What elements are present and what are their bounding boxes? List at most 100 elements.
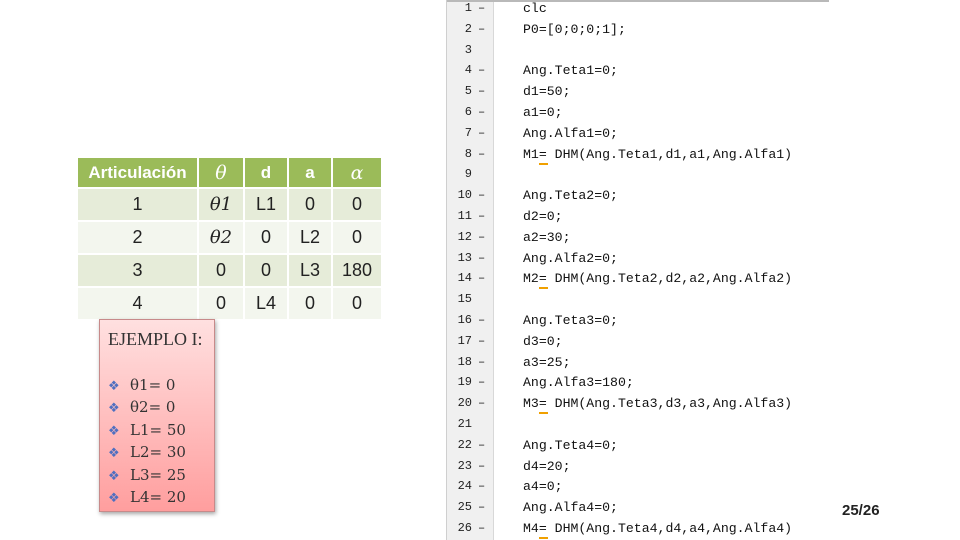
breakpoint-dash-icon[interactable]: – xyxy=(478,438,485,452)
table-cell: θ1 xyxy=(199,189,243,220)
code-line[interactable]: 15 xyxy=(447,291,829,312)
code-line[interactable]: 2– P0=[0;0;0;1]; xyxy=(447,21,829,42)
code-text: Ang.Alfa1=0; xyxy=(523,125,618,141)
code-line[interactable]: 10– Ang.Teta2=0; xyxy=(447,187,829,208)
breakpoint-dash-icon[interactable]: – xyxy=(478,1,485,15)
line-number: 19 xyxy=(457,375,472,390)
code-line[interactable]: 3 xyxy=(447,42,829,63)
code-line[interactable]: 7– Ang.Alfa1=0; xyxy=(447,125,829,146)
code-text: M3= DHM(Ang.Teta3,d3,a3,Ang.Alfa3) xyxy=(523,396,793,412)
code-line[interactable]: 12– a2=30; xyxy=(447,229,829,250)
code-line[interactable]: 20– M3= DHM(Ang.Teta3,d3,a3,Ang.Alfa3) xyxy=(447,395,829,416)
breakpoint-dash-icon[interactable]: – xyxy=(478,375,485,389)
code-line[interactable]: 9 xyxy=(447,166,829,187)
code-line[interactable]: 1– clc xyxy=(447,0,829,21)
breakpoint-dash-icon[interactable]: – xyxy=(478,396,485,410)
line-number: 6 xyxy=(464,105,472,119)
code-line[interactable]: 16– Ang.Teta3=0; xyxy=(447,312,829,333)
code-line[interactable]: 13– Ang.Alfa2=0; xyxy=(447,250,829,271)
list-item: ❖ L1= 50 xyxy=(108,419,186,441)
dh-parameter-table: Articulación θ d a α 1 θ1 L1 0 0 2 θ2 0 … xyxy=(76,156,383,321)
breakpoint-dash-icon[interactable]: – xyxy=(478,188,485,202)
breakpoint-dash-icon[interactable]: – xyxy=(478,126,485,140)
header-articulacion: Articulación xyxy=(78,158,197,187)
code-line[interactable]: 4– Ang.Teta1=0; xyxy=(447,62,829,83)
code-text: Ang.Teta3=0; xyxy=(523,313,618,328)
list-item: ❖ L4= 20 xyxy=(108,486,186,508)
table-cell: 0 xyxy=(245,222,287,253)
code-line[interactable]: 25– Ang.Alfa4=0; xyxy=(447,499,829,520)
line-number: 2 xyxy=(464,21,472,36)
breakpoint-dash-icon[interactable]: – xyxy=(478,355,485,369)
code-text: clc xyxy=(523,1,547,16)
code-line[interactable]: 22– Ang.Teta4=0; xyxy=(447,437,829,458)
example-item-text: L4= 20 xyxy=(130,487,186,506)
example-item-text: L1= 50 xyxy=(130,420,186,439)
code-line[interactable]: 6– a1=0; xyxy=(447,104,829,125)
diamond-bullet-icon: ❖ xyxy=(108,489,120,505)
code-line[interactable]: 24– a4=0; xyxy=(447,478,829,499)
code-line[interactable]: 18– a3=25; xyxy=(447,354,829,375)
line-number: 23 xyxy=(457,458,472,473)
breakpoint-dash-icon[interactable]: – xyxy=(478,500,485,514)
example-list: ❖ θ1= 0 ❖ θ2= 0 ❖ L1= 50 ❖ L2= 30 ❖ L3= 25 ❖ L… xyxy=(108,374,186,508)
line-number: 10 xyxy=(457,188,472,203)
code-line[interactable]: 26– M4= DHM(Ang.Teta4,d4,a4,Ang.Alfa4) xyxy=(447,520,829,540)
breakpoint-dash-icon[interactable]: – xyxy=(478,459,485,473)
table-cell: 180 xyxy=(333,255,381,286)
code-text: a3=25; xyxy=(523,354,571,370)
breakpoint-dash-icon[interactable]: – xyxy=(478,22,485,36)
code-text: d3=0; xyxy=(523,333,563,349)
breakpoint-dash-icon[interactable]: – xyxy=(478,313,485,327)
example-item-text: θ2= 0 xyxy=(130,398,176,417)
code-text: Ang.Teta2=0; xyxy=(523,188,618,204)
line-number: 9 xyxy=(464,167,472,182)
code-editor[interactable]: 1– clc 2– P0=[0;0;0;1]; 3 4– Ang.Teta1=0; 5– d1=… xyxy=(446,0,829,540)
line-number: 8 xyxy=(464,146,472,161)
code-line[interactable]: 21 xyxy=(447,416,829,437)
code-text: a1=0; xyxy=(523,105,563,120)
page-number: 25/26 xyxy=(842,502,880,519)
breakpoint-dash-icon[interactable]: – xyxy=(478,84,485,98)
breakpoint-dash-icon[interactable]: – xyxy=(478,209,485,223)
breakpoint-dash-icon[interactable]: – xyxy=(478,251,485,265)
table-cell: 0 xyxy=(333,222,381,253)
breakpoint-dash-icon[interactable]: – xyxy=(478,147,485,161)
line-number: 24 xyxy=(457,479,472,494)
code-line[interactable]: 5– d1=50; xyxy=(447,83,829,104)
code-line[interactable]: 23– d4=20; xyxy=(447,458,829,479)
breakpoint-dash-icon[interactable]: – xyxy=(478,105,485,119)
header-alpha: α xyxy=(333,158,381,187)
table-cell: 1 xyxy=(78,189,197,220)
line-number: 20 xyxy=(457,396,472,411)
code-line[interactable]: 17– d3=0; xyxy=(447,333,829,354)
line-number: 16 xyxy=(457,313,472,327)
code-line[interactable]: 19– Ang.Alfa3=180; xyxy=(447,374,829,395)
line-number: 12 xyxy=(457,229,472,244)
diamond-bullet-icon: ❖ xyxy=(108,378,120,393)
table-row: 4 0 L4 0 0 xyxy=(78,288,381,319)
breakpoint-dash-icon[interactable]: – xyxy=(478,521,485,535)
example-box: EJEMPLO I: ❖ θ1= 0 ❖ θ2= 0 ❖ L1= 50 ❖ L2= 30… xyxy=(99,319,215,512)
line-number: 1 xyxy=(464,1,472,15)
code-text: a2=30; xyxy=(523,229,571,245)
table-cell: θ2 xyxy=(199,222,243,253)
diamond-bullet-icon: ❖ xyxy=(108,467,120,483)
code-line[interactable]: 8– M1= DHM(Ang.Teta1,d1,a1,Ang.Alfa1) xyxy=(447,146,829,167)
table-cell: 0 xyxy=(199,255,243,286)
breakpoint-dash-icon[interactable]: – xyxy=(478,271,485,285)
code-line[interactable]: 11– d2=0; xyxy=(447,208,829,229)
table-cell: 2 xyxy=(78,222,197,253)
breakpoint-dash-icon[interactable]: – xyxy=(478,479,485,493)
line-number: 7 xyxy=(464,125,472,140)
list-item: ❖ L2= 30 xyxy=(108,441,186,463)
table-cell: 0 xyxy=(289,288,331,319)
line-number: 11 xyxy=(457,209,472,223)
code-text: M1= DHM(Ang.Teta1,d1,a1,Ang.Alfa1) xyxy=(523,146,793,162)
breakpoint-dash-icon[interactable]: – xyxy=(478,334,485,348)
warning-underline xyxy=(538,161,548,165)
breakpoint-dash-icon[interactable]: – xyxy=(478,63,485,77)
code-text: Ang.Alfa3=180; xyxy=(523,375,634,391)
breakpoint-dash-icon[interactable]: – xyxy=(478,230,485,244)
code-line[interactable]: 14– M2= DHM(Ang.Teta2,d2,a2,Ang.Alfa2) xyxy=(447,270,829,291)
